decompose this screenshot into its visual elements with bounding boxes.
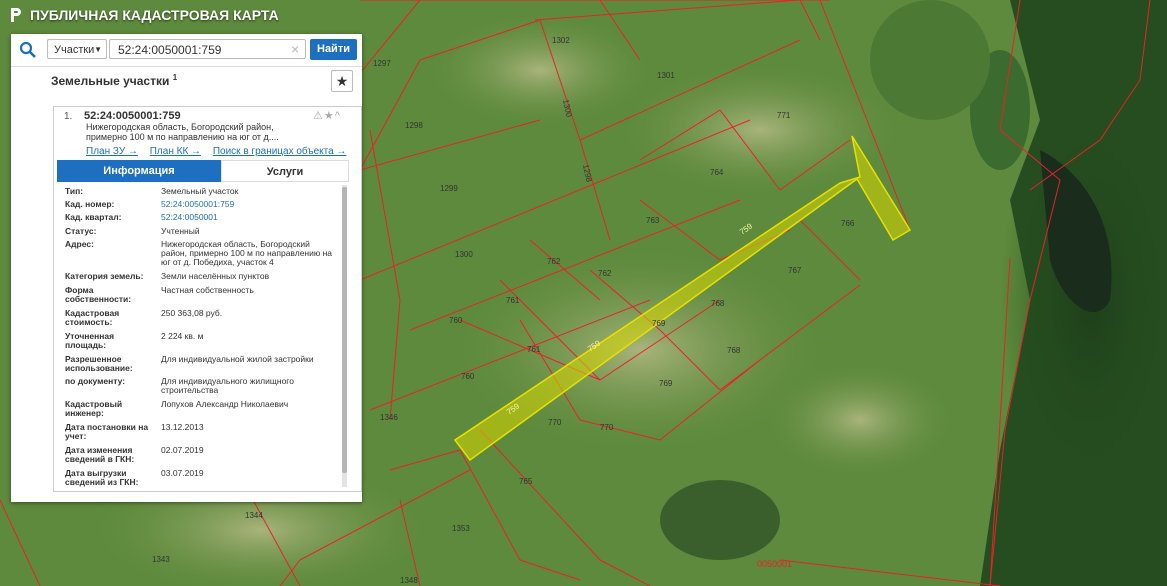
- section-title: Земельные участки 1: [51, 73, 177, 88]
- plan-kk-link[interactable]: План КК →: [150, 146, 201, 157]
- search-panel: Участки ▼ 52:24:0050001:759 × Найти Земе…: [11, 34, 362, 502]
- map-label-1299: 1299: [440, 184, 458, 193]
- map-label-1297: 1297: [373, 59, 391, 68]
- search-type-select[interactable]: Участки ▼: [47, 39, 107, 59]
- map-label-765: 765: [519, 477, 533, 486]
- result-tabs: Информация Услуги: [57, 160, 349, 182]
- map-label-770b: 770: [600, 423, 614, 432]
- tab-services[interactable]: Услуги: [221, 160, 349, 182]
- map-label-762b: 762: [598, 269, 612, 278]
- card-actions: ⚠★^: [313, 109, 341, 122]
- tab-info[interactable]: Информация: [57, 160, 221, 182]
- map-label-760a: 760: [449, 316, 463, 325]
- search-in-bounds-link[interactable]: Поиск в границах объекта →: [213, 146, 347, 157]
- app-header: ПУБЛИЧНАЯ КАДАСТРОВАЯ КАРТА: [0, 0, 279, 30]
- map-label-764: 764: [710, 168, 724, 177]
- map-label-1300: 1300: [455, 250, 473, 259]
- map-label-1346: 1346: [380, 413, 398, 422]
- find-button[interactable]: Найти: [310, 39, 357, 60]
- search-row: Участки ▼ 52:24:0050001:759 × Найти: [11, 34, 362, 67]
- pkk-logo-icon[interactable]: [8, 6, 24, 24]
- favorite-button[interactable]: ★: [331, 70, 353, 92]
- info-table: Тип: Земельный участок Кад. номер: 52:24:0…: [65, 186, 333, 487]
- result-card: 1. 52:24:0050001:759 ⚠★^ Нижегородская о…: [53, 106, 362, 492]
- search-input[interactable]: 52:24:0050001:759: [109, 39, 306, 59]
- map-label-771: 771: [777, 111, 791, 120]
- map-label-762a: 762: [547, 257, 561, 266]
- map-label-769b: 769: [659, 379, 673, 388]
- map-label-769a: 769: [652, 319, 666, 328]
- search-type-label: Участки: [54, 44, 95, 56]
- result-address: Нижегородская область, Богородский район…: [86, 122, 279, 142]
- map-label-1343: 1343: [152, 555, 170, 564]
- scrollbar-thumb[interactable]: [342, 187, 347, 473]
- clear-icon[interactable]: ×: [291, 39, 299, 59]
- map-label-768a: 768: [711, 299, 725, 308]
- map-label-767: 767: [788, 266, 802, 275]
- map-label-quarter: 0050001: [757, 559, 792, 569]
- star-icon: ★: [335, 73, 349, 89]
- map-label-761b: 761: [527, 345, 541, 354]
- map-label-766: 766: [841, 219, 855, 228]
- map-label-1344: 1344: [245, 511, 263, 520]
- map-label-768b: 768: [727, 346, 741, 355]
- section-title-text: Земельные участки: [51, 74, 170, 88]
- warning-icon[interactable]: ⚠: [313, 110, 324, 122]
- map-label-1353: 1353: [452, 524, 470, 533]
- section-count: 1: [172, 73, 178, 82]
- map-label-770a: 770: [548, 418, 562, 427]
- map-label-1348: 1348: [400, 576, 418, 585]
- result-cadastral-number[interactable]: 52:24:0050001:759: [84, 110, 181, 122]
- map-label-1301: 1301: [657, 71, 675, 80]
- search-icon[interactable]: [19, 41, 37, 59]
- star-icon[interactable]: ★: [324, 110, 335, 122]
- map-label-1302: 1302: [552, 36, 570, 45]
- plan-zu-link[interactable]: План ЗУ →: [86, 146, 138, 157]
- map-label-761a: 761: [506, 296, 520, 305]
- map-label-763: 763: [646, 216, 660, 225]
- result-links: План ЗУ → План КК → Поиск в границах объ…: [86, 146, 355, 157]
- chevron-up-icon[interactable]: ^: [335, 110, 341, 122]
- chevron-down-icon: ▼: [94, 45, 102, 54]
- map-label-1298: 1298: [405, 121, 423, 130]
- map-label-760b: 760: [461, 372, 475, 381]
- result-index: 1.: [64, 111, 73, 122]
- app-title: ПУБЛИЧНАЯ КАДАСТРОВАЯ КАРТА: [30, 7, 279, 23]
